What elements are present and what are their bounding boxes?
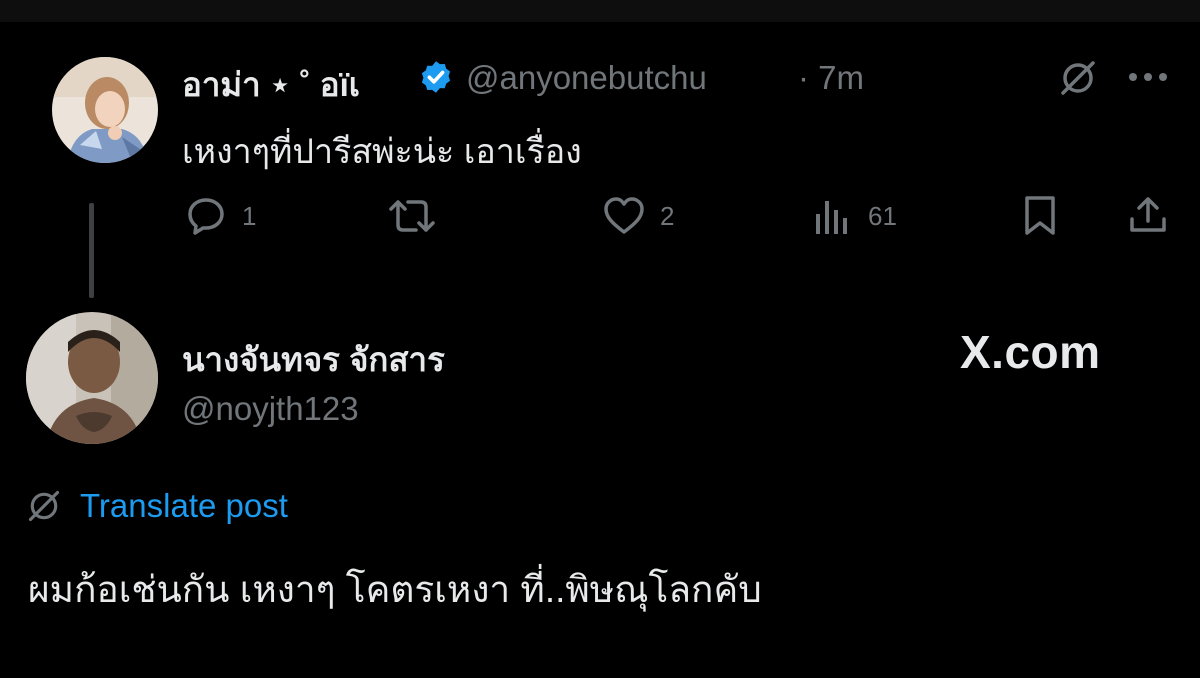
x-com-watermark: X.com <box>960 326 1101 378</box>
tweet1-handle[interactable]: @anyonebutchu <box>466 59 707 97</box>
bookmark-icon[interactable] <box>1022 195 1058 237</box>
like-count: 2 <box>660 201 675 231</box>
avatar-anyonebutchu[interactable] <box>52 57 158 163</box>
tweet2-text: ผมก้อเช่นกัน เหงาๆ โคตรเหงา ที่..พิษณุโล… <box>28 569 762 610</box>
tweet1-author-name[interactable]: อาม่า ⋆ ˚ อïเ <box>182 58 360 111</box>
views-icon[interactable] <box>813 198 853 236</box>
like-icon[interactable] <box>602 196 646 236</box>
grok-translate-icon <box>28 490 60 522</box>
repost-icon[interactable] <box>386 197 438 235</box>
tweet2-handle[interactable]: @noyjth123 <box>182 390 359 428</box>
tweet1-timestamp[interactable]: · 7m <box>798 59 864 97</box>
reply-icon[interactable] <box>186 195 226 235</box>
tweet1-text: เหงาๆที่ปารีสพ่ะน่ะ เอาเรื่อง <box>182 133 582 171</box>
views-count: 61 <box>868 201 897 231</box>
avatar-noyjth123[interactable] <box>26 312 158 444</box>
thread-connector-line <box>89 203 94 298</box>
tweet2-author-name[interactable]: นางจันทจร จักสาร <box>182 333 445 386</box>
share-icon[interactable] <box>1128 195 1168 235</box>
top-strip <box>0 0 1200 22</box>
reply-count: 1 <box>242 201 257 231</box>
verified-badge-icon <box>421 61 451 93</box>
translate-post-link[interactable]: Translate post <box>80 487 288 525</box>
grok-icon[interactable] <box>1058 58 1098 98</box>
more-options-icon[interactable] <box>1126 70 1170 84</box>
